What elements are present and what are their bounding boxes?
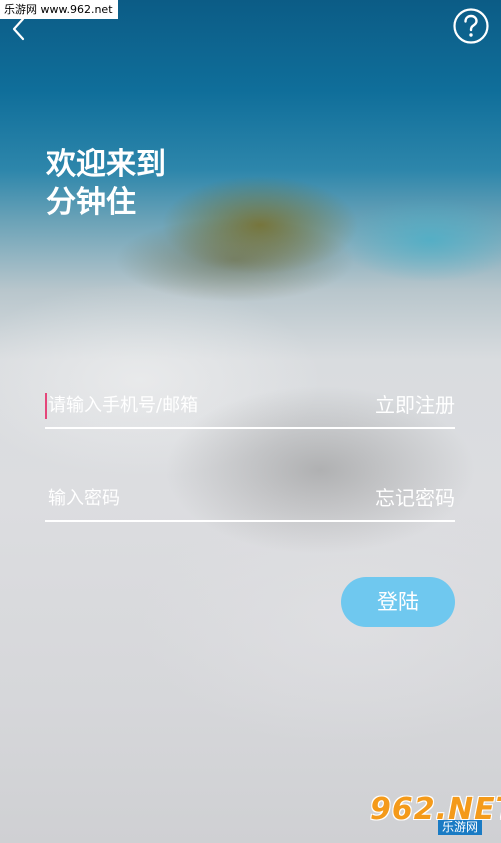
password-underline — [45, 520, 455, 522]
password-field: 忘记密码 — [45, 478, 455, 522]
forgot-password-link[interactable]: 忘记密码 — [375, 478, 455, 518]
account-underline — [45, 427, 455, 429]
welcome-line-2: 分钟住 — [46, 185, 136, 220]
watermark-logo-sub: 乐游网 — [438, 820, 483, 835]
welcome-line-1: 欢迎来到 — [46, 147, 166, 182]
help-button[interactable] — [452, 7, 490, 45]
account-input[interactable] — [45, 385, 338, 425]
question-circle-icon — [453, 8, 489, 44]
watermark-logo: 962.NET 乐游网 — [362, 793, 501, 837]
account-field: 立即注册 — [45, 385, 455, 429]
password-input[interactable] — [45, 478, 338, 518]
chevron-left-icon — [12, 17, 25, 41]
login-screen: 乐游网 www.962.net 欢迎来到 分钟住 立即注册 忘记密码 登陆 96… — [0, 0, 501, 843]
welcome-title: 欢迎来到 分钟住 — [46, 146, 166, 222]
register-link[interactable]: 立即注册 — [375, 385, 455, 425]
login-button[interactable]: 登陆 — [341, 577, 455, 627]
back-button[interactable] — [8, 16, 30, 42]
